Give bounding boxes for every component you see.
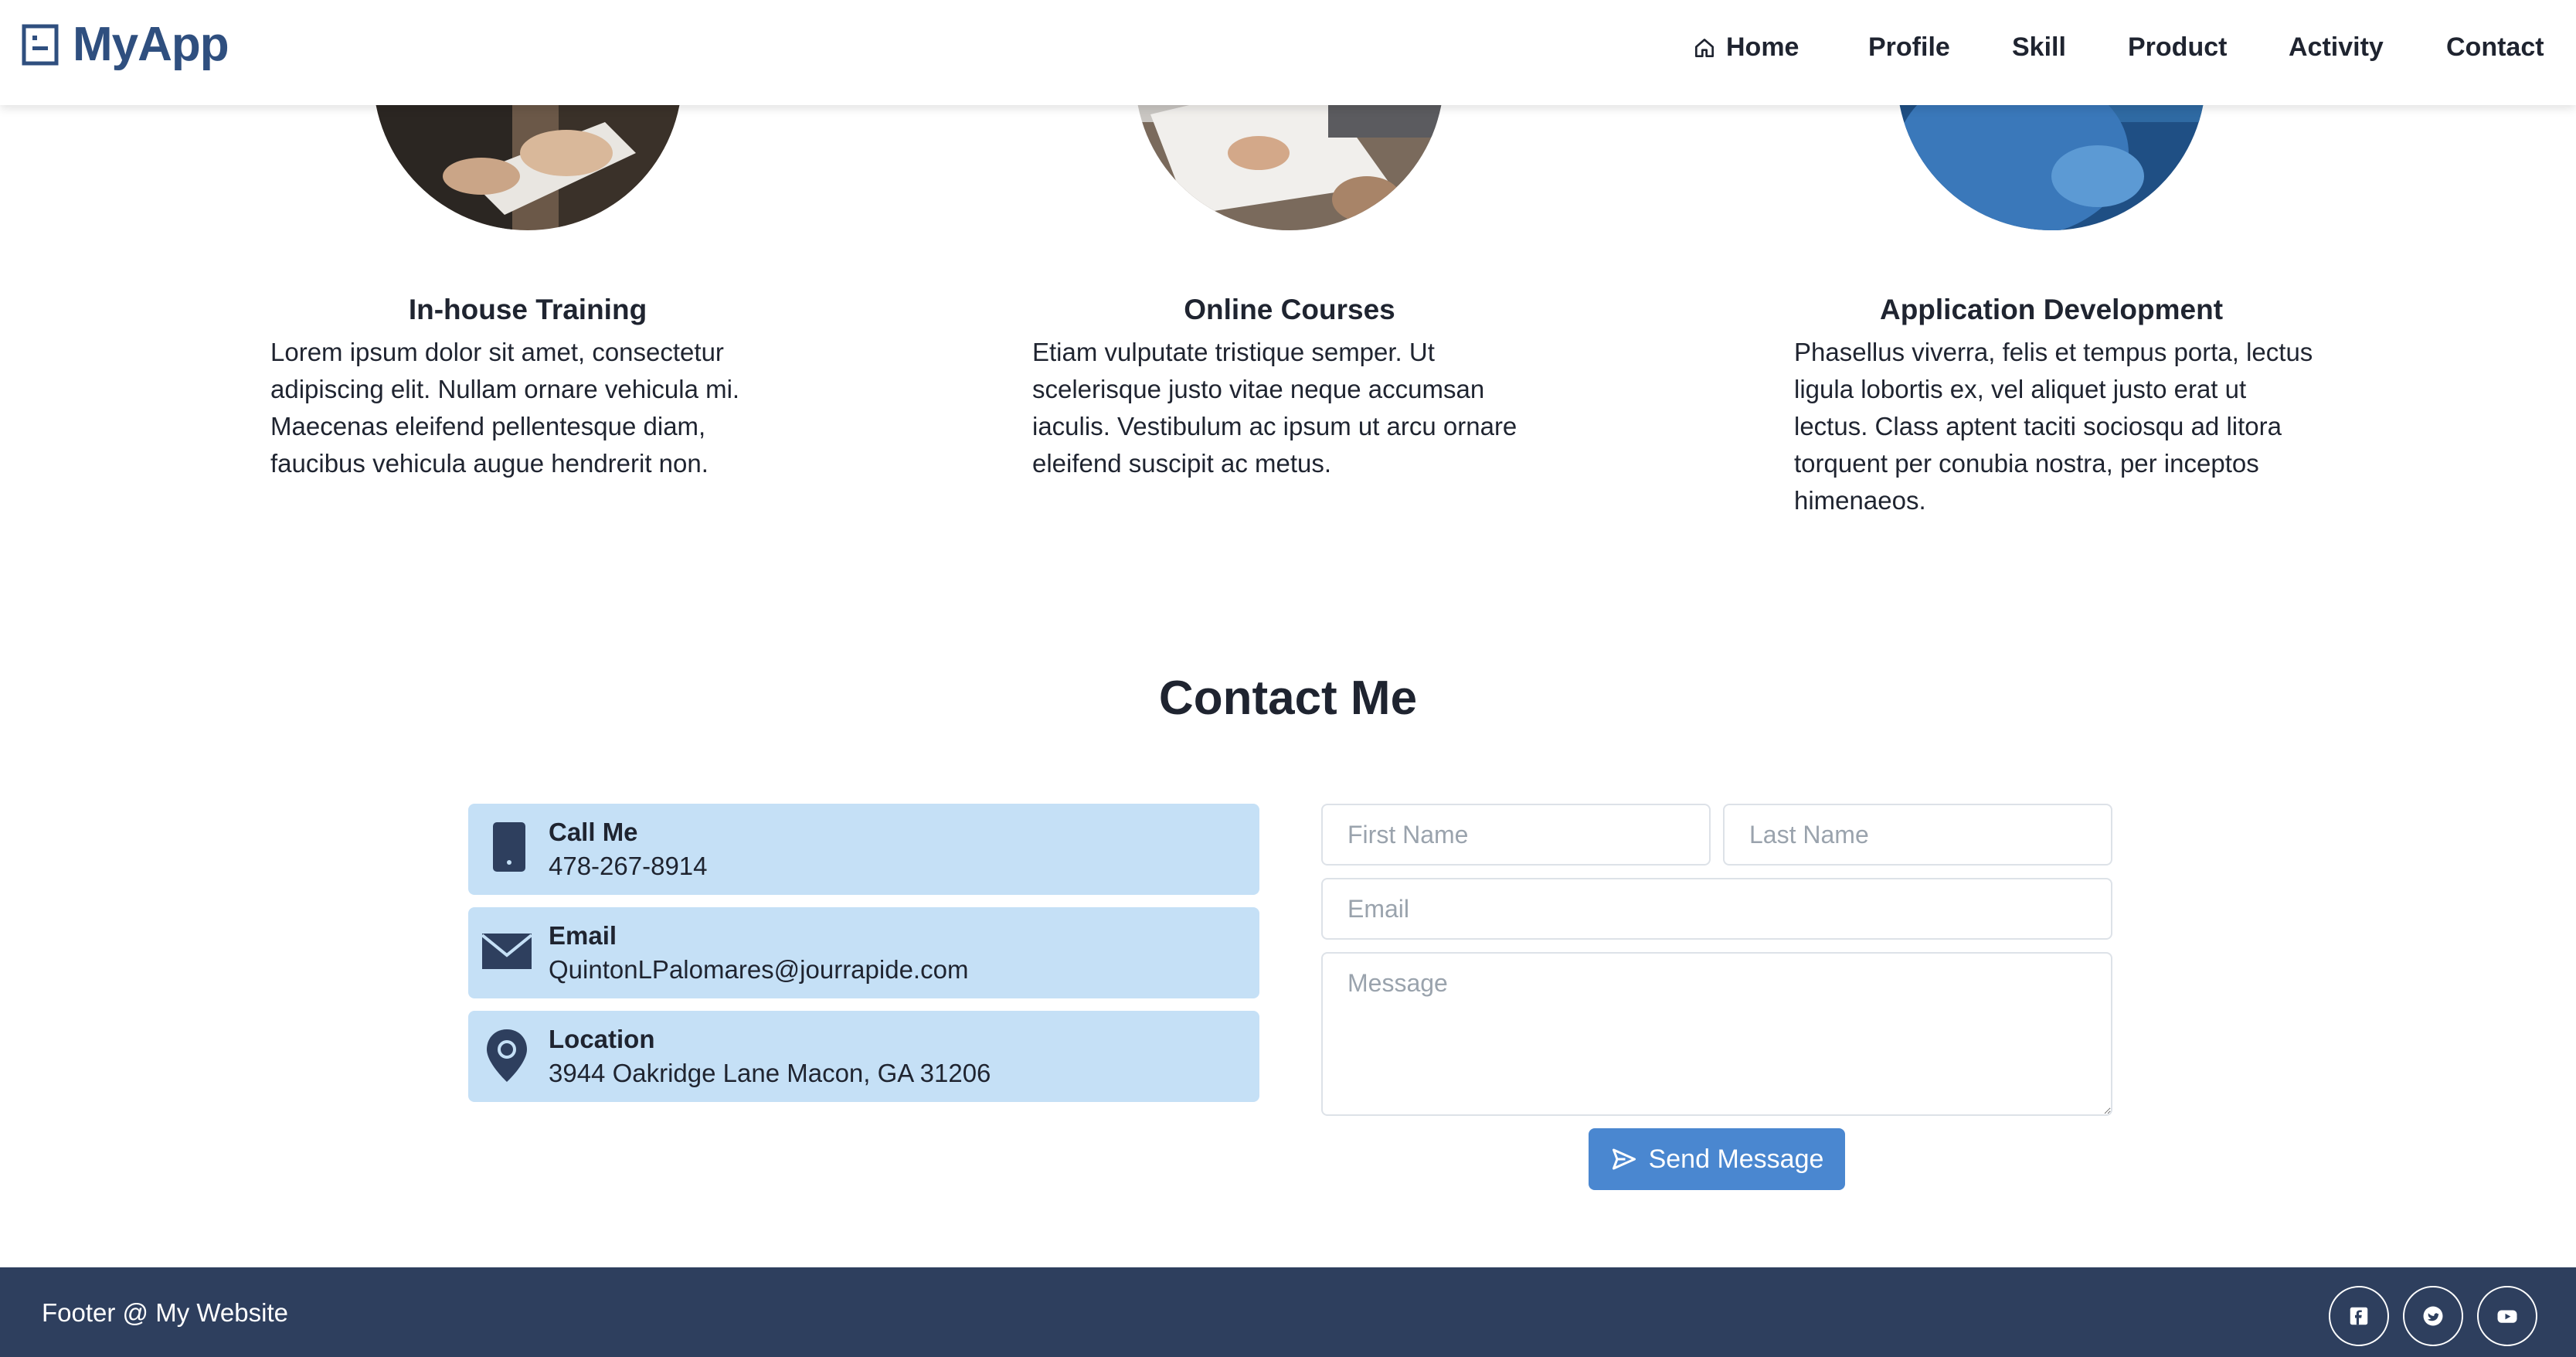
- email-field[interactable]: [1321, 878, 2112, 940]
- facebook-link[interactable]: [2329, 1286, 2389, 1346]
- youtube-icon: [2497, 1310, 2517, 1323]
- service-desc-appdev: Phasellus viverra, felis et tempus porta…: [1794, 338, 2313, 515]
- nav-profile-label: Profile: [1868, 32, 1950, 62]
- info-value-email: QuintonLPalomares@jourrapide.com: [549, 955, 969, 984]
- service-title-appdev: Application Development: [1879, 294, 2224, 325]
- nav-product[interactable]: Product: [2128, 32, 2227, 63]
- nav-skill-label: Skill: [2012, 32, 2066, 62]
- nav-activity[interactable]: Activity: [2289, 32, 2384, 63]
- facebook-icon: [2350, 1307, 2368, 1325]
- contact-title: Contact Me: [1158, 672, 1418, 725]
- info-label-phone: Call Me: [549, 818, 638, 846]
- map-pin-icon: [487, 1029, 527, 1082]
- nav-profile[interactable]: Profile: [1868, 32, 1950, 63]
- navbar: MyApp Home Profile Skill Product Activit…: [0, 0, 2576, 105]
- info-card-phone: Call Me 478-267-8914: [468, 804, 1259, 895]
- send-message-button[interactable]: Send Message: [1589, 1128, 1845, 1190]
- envelope-icon: [482, 934, 532, 969]
- youtube-link[interactable]: [2477, 1286, 2537, 1346]
- service-desc-online: Etiam vulputate tristique semper. Ut sce…: [1032, 338, 1517, 478]
- info-value-phone: 478-267-8914: [549, 852, 708, 880]
- nav-home-label: Home: [1726, 32, 1799, 62]
- nav-contact[interactable]: Contact: [2446, 32, 2544, 63]
- twitter-icon: [2423, 1306, 2443, 1326]
- nav-activity-label: Activity: [2289, 32, 2384, 62]
- info-card-email: Email QuintonLPalomares@jourrapide.com: [468, 907, 1259, 998]
- footer: Footer @ My Website: [0, 1267, 2576, 1357]
- service-desc-training: Lorem ipsum dolor sit amet, consectetur …: [270, 338, 740, 478]
- nav-home[interactable]: Home: [1692, 32, 1799, 63]
- nav-skill[interactable]: Skill: [2012, 32, 2066, 63]
- footer-text: Footer @ My Website: [42, 1298, 288, 1327]
- twitter-link[interactable]: [2403, 1286, 2463, 1346]
- service-title-training: In-house Training: [408, 294, 647, 325]
- info-label-location: Location: [549, 1025, 655, 1053]
- last-name-field[interactable]: [1723, 804, 2112, 866]
- message-field[interactable]: [1321, 952, 2112, 1116]
- send-icon: [1612, 1148, 1636, 1170]
- info-value-location: 3944 Oakridge Lane Macon, GA 31206: [549, 1059, 991, 1087]
- nav-contact-label: Contact: [2446, 32, 2544, 62]
- first-name-field[interactable]: [1321, 804, 1711, 866]
- phone-icon: [493, 822, 525, 872]
- info-card-location: Location 3944 Oakridge Lane Macon, GA 31…: [468, 1011, 1259, 1102]
- brand[interactable]: MyApp: [22, 17, 229, 72]
- service-title-online: Online Courses: [1184, 294, 1395, 325]
- brand-name: MyApp: [73, 18, 229, 71]
- app-logo-icon: [22, 24, 59, 65]
- info-label-email: Email: [549, 921, 617, 950]
- nav-product-label: Product: [2128, 32, 2228, 62]
- send-message-label: Send Message: [1648, 1144, 1824, 1174]
- home-icon: [1695, 38, 1714, 57]
